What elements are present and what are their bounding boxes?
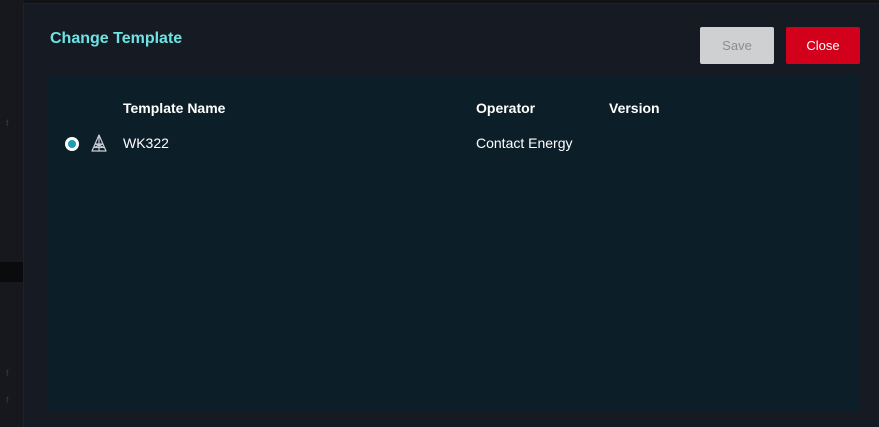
change-template-dialog: Change Template Save Close Template Name… bbox=[24, 4, 879, 427]
template-name-cell: WK322 bbox=[123, 135, 169, 151]
radio-selected-dot bbox=[68, 140, 76, 148]
background-page-edge: f f f bbox=[0, 0, 24, 427]
background-bar bbox=[0, 262, 24, 282]
operator-cell: Contact Energy bbox=[476, 135, 573, 151]
tower-icon bbox=[91, 134, 107, 152]
template-radio-button[interactable] bbox=[65, 137, 79, 151]
table-row[interactable]: WK322 Contact Energy bbox=[48, 130, 860, 158]
background-glyph: f bbox=[6, 118, 9, 128]
close-button[interactable]: Close bbox=[786, 27, 860, 64]
column-header-version: Version bbox=[609, 100, 660, 116]
background-glyph: f bbox=[6, 368, 9, 378]
column-header-operator: Operator bbox=[476, 100, 536, 116]
template-table: Template Name Operator Version WK322 Con… bbox=[48, 76, 860, 412]
dialog-title: Change Template bbox=[50, 30, 183, 47]
column-header-template-name: Template Name bbox=[123, 100, 226, 116]
background-glyph: f bbox=[6, 395, 9, 405]
save-button[interactable]: Save bbox=[700, 27, 774, 64]
